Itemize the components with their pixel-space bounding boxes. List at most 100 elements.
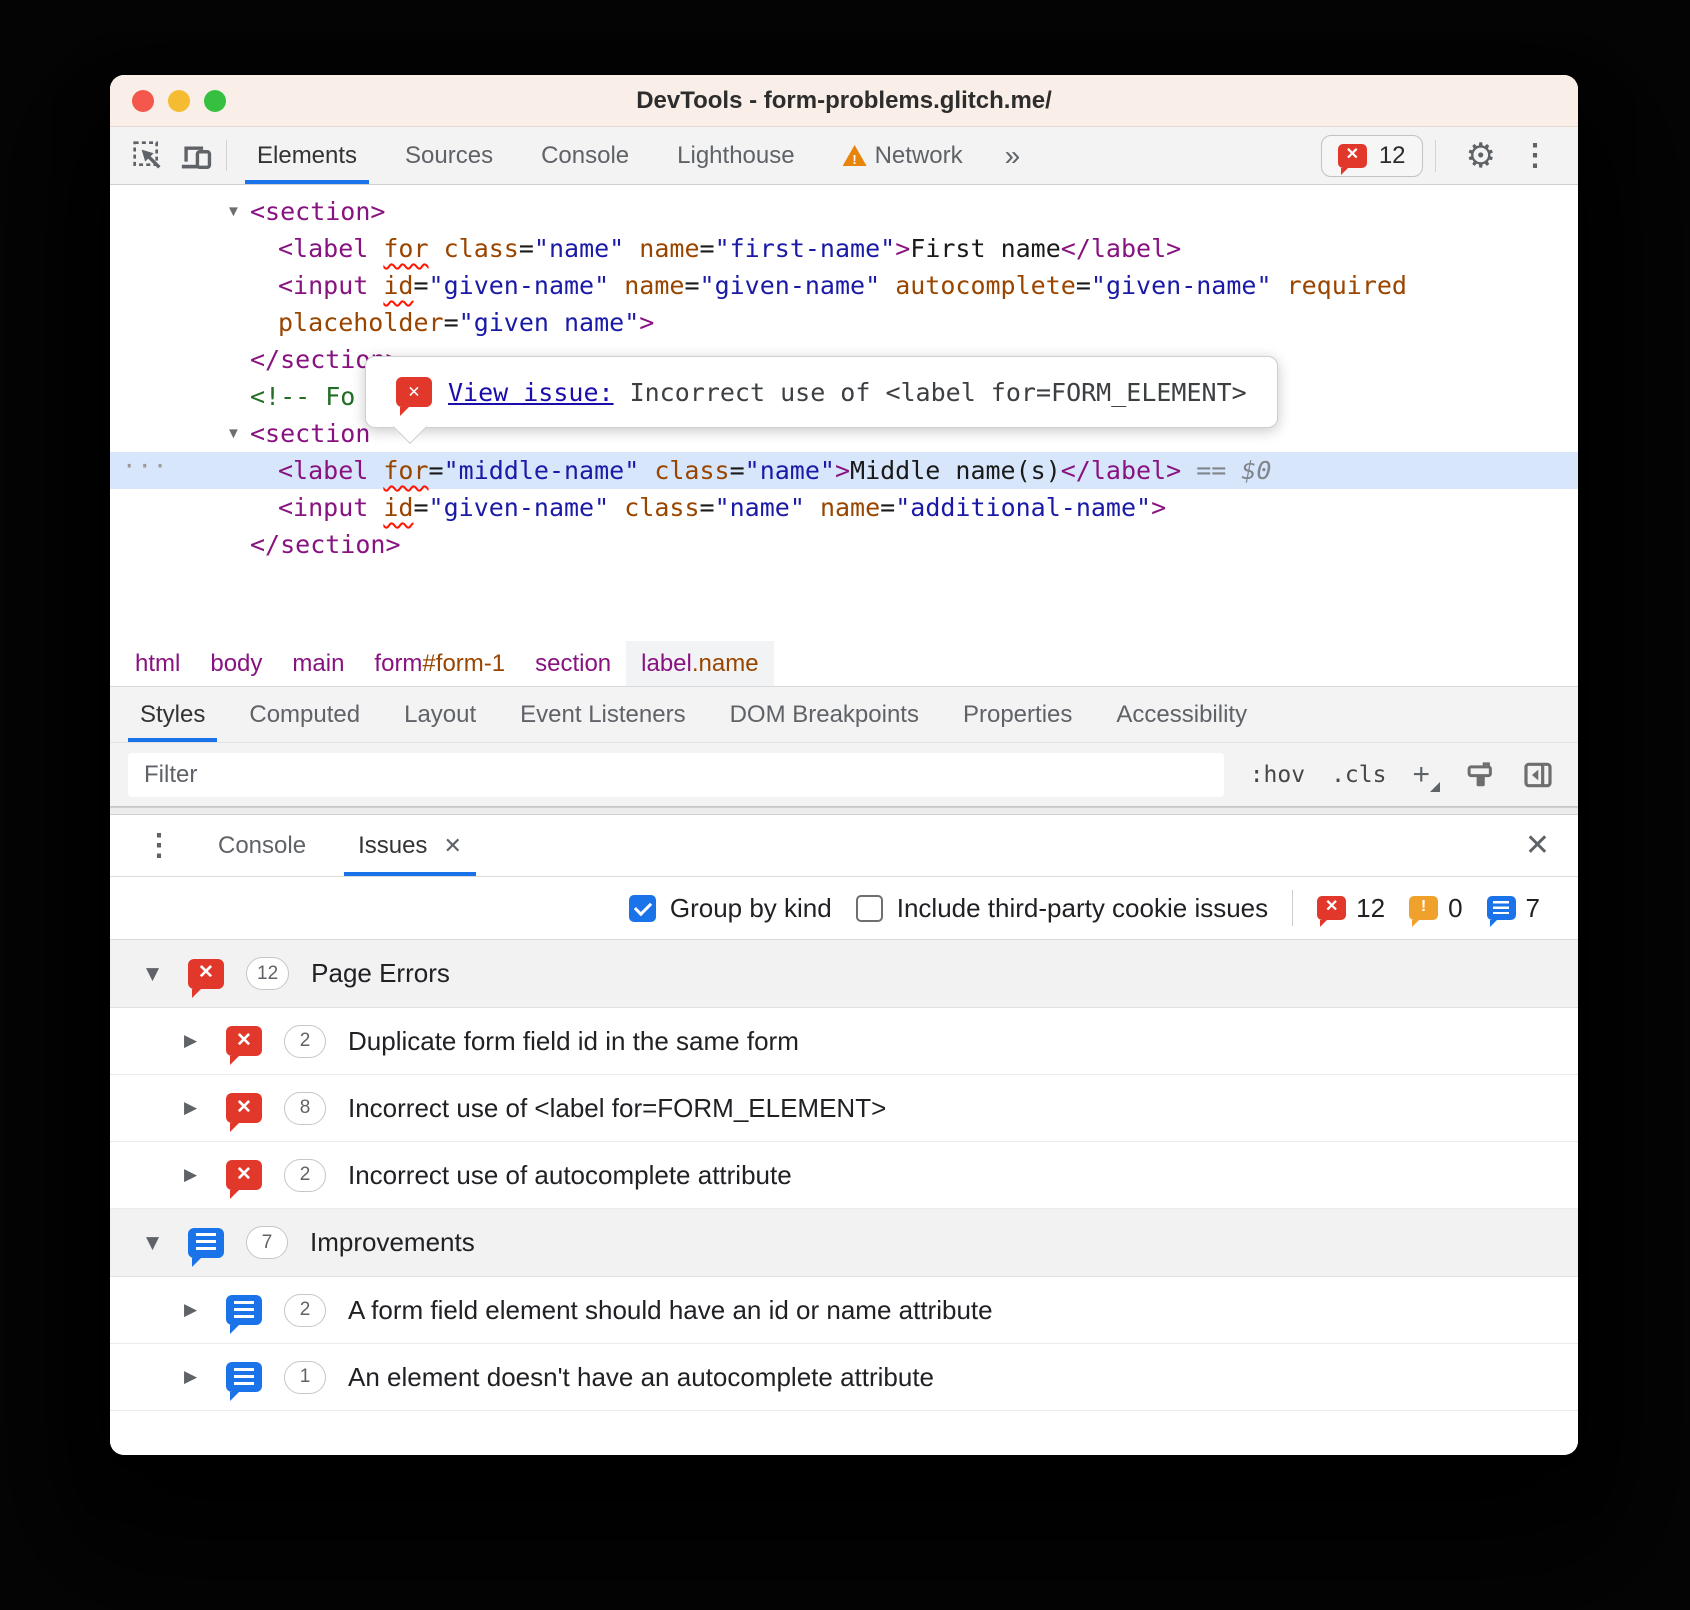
drawer-tabs: Console Issues ✕ [192, 815, 488, 876]
expand-arrow-icon[interactable]: ▶ [184, 1031, 204, 1051]
code-line[interactable]: ···<label for="middle-name" class="name"… [110, 452, 1578, 489]
issue-section-page-errors[interactable]: ▼✕12Page Errors [110, 940, 1578, 1008]
expand-arrow-icon[interactable]: ▶ [184, 1098, 204, 1118]
breadcrumb-item-section[interactable]: section [520, 641, 626, 686]
error-count-badge: ✕ 12 [1317, 893, 1385, 924]
gutter-overflow-icon[interactable]: ··· [122, 448, 168, 485]
inspect-element-button[interactable] [124, 127, 172, 184]
more-options-kebab-icon[interactable]: ⋮ [1514, 138, 1560, 173]
close-window-button[interactable] [132, 90, 154, 112]
expand-arrow-icon[interactable]: ▼ [226, 193, 241, 230]
tab-computed[interactable]: Computed [227, 687, 382, 742]
breadcrumb-item-formform-1[interactable]: form#form-1 [359, 641, 520, 686]
tab-console[interactable]: Console [517, 127, 653, 184]
breadcrumb-item-labelname[interactable]: label.name [626, 641, 773, 686]
code-token: = [519, 234, 534, 263]
code-token: First name [910, 234, 1061, 263]
code-line[interactable]: </section> [110, 526, 1578, 563]
view-issue-link[interactable]: View issue: [448, 378, 614, 407]
code-token: "additional-name" [895, 493, 1151, 522]
code-line[interactable]: <input id="given-name" class="name" name… [110, 489, 1578, 526]
crumb-text: section [535, 650, 611, 678]
code-token: for [383, 234, 428, 263]
checkbox-unchecked-icon [856, 895, 883, 922]
code-token: = [413, 271, 428, 300]
toggle-hover-state-button[interactable]: :hov [1250, 762, 1305, 788]
drawer-tab-issues[interactable]: Issues ✕ [332, 815, 488, 876]
brush-icon[interactable] [1466, 760, 1496, 790]
toggle-sidebar-icon[interactable] [1522, 759, 1554, 791]
issue-row-an-element-doesn-t-have-an-autocomplete-[interactable]: ▶1An element doesn't have an autocomplet… [110, 1344, 1578, 1411]
code-token: > [895, 234, 910, 263]
drawer-tab-bar: ⋮ Console Issues ✕ ✕ [110, 815, 1578, 877]
code-token: id [383, 271, 413, 300]
issue-row-duplicate-form-field-id-in-the-same-form[interactable]: ▶✕2Duplicate form field id in the same f… [110, 1008, 1578, 1075]
tab-accessibility[interactable]: Accessibility [1094, 687, 1269, 742]
issue-tooltip: ✕ View issue: Incorrect use of <label fo… [365, 356, 1278, 428]
checkbox-checked-icon [629, 895, 656, 922]
code-token: = [444, 308, 459, 337]
code-token: "given-name" [429, 271, 610, 300]
drawer-splitter[interactable] [110, 807, 1578, 815]
group-by-kind-checkbox[interactable]: Group by kind [629, 893, 832, 924]
close-drawer-icon[interactable]: ✕ [1497, 815, 1578, 876]
issue-row-a-form-field-element-should-have-an-id-o[interactable]: ▶2A form field element should have an id… [110, 1277, 1578, 1344]
code-token: = [700, 493, 715, 522]
tab-label: Console [541, 142, 629, 170]
collapse-arrow-icon[interactable]: ▼ [146, 1233, 166, 1253]
window-title: DevTools - form-problems.glitch.me/ [110, 87, 1578, 115]
issues-toolbar: Group by kind Include third-party cookie… [110, 877, 1578, 940]
breadcrumb-item-html[interactable]: html [120, 641, 195, 686]
expand-arrow-icon[interactable]: ▶ [184, 1300, 204, 1320]
breadcrumb-item-main[interactable]: main [277, 641, 359, 686]
tab-lighthouse[interactable]: Lighthouse [653, 127, 818, 184]
tab-elements[interactable]: Elements [233, 127, 381, 184]
settings-gear-icon[interactable]: ⚙ [1448, 139, 1514, 173]
element-classes-button[interactable]: .cls [1331, 762, 1386, 788]
third-party-label: Include third-party cookie issues [897, 893, 1268, 924]
third-party-cookie-checkbox[interactable]: Include third-party cookie issues [856, 893, 1268, 924]
expand-arrow-icon[interactable]: ▼ [226, 415, 241, 452]
code-token: </section> [250, 530, 401, 559]
tab-layout[interactable]: Layout [382, 687, 498, 742]
collapse-arrow-icon[interactable]: ▼ [146, 964, 166, 984]
tab-properties[interactable]: Properties [941, 687, 1094, 742]
crumb-text: label [641, 650, 692, 678]
code-token [805, 493, 820, 522]
tab-dom-breakpoints[interactable]: DOM Breakpoints [708, 687, 941, 742]
new-style-rule-button[interactable]: + [1412, 760, 1440, 790]
issue-row-incorrect-use-of-autocomplete-attribute[interactable]: ▶✕2Incorrect use of autocomplete attribu… [110, 1142, 1578, 1209]
code-line[interactable]: <label for class="name" name="first-name… [110, 230, 1578, 267]
code-token: <input [278, 493, 368, 522]
tab-label: Issues [358, 832, 427, 860]
breadcrumb-item-body[interactable]: body [195, 641, 277, 686]
crumb-text: #form-1 [422, 650, 505, 678]
tab-event-listeners[interactable]: Event Listeners [498, 687, 707, 742]
drawer-tab-console[interactable]: Console [192, 815, 332, 876]
close-tab-icon[interactable]: ✕ [443, 833, 461, 859]
zoom-window-button[interactable] [204, 90, 226, 112]
sidebar-tabs: StylesComputedLayoutEvent ListenersDOM B… [110, 687, 1578, 743]
toggle-device-toolbar-button[interactable] [172, 127, 220, 184]
tab-sources[interactable]: Sources [381, 127, 517, 184]
issue-section-improvements[interactable]: ▼7Improvements [110, 1209, 1578, 1277]
minimize-window-button[interactable] [168, 90, 190, 112]
styles-filter-input[interactable] [128, 753, 1224, 797]
styles-filter-bar: :hov .cls + [110, 743, 1578, 807]
title-bar: DevTools - form-problems.glitch.me/ [110, 75, 1578, 127]
open-issues-button[interactable]: ✕ 12 [1321, 135, 1423, 177]
tab-styles[interactable]: Styles [118, 687, 227, 742]
code-line[interactable]: placeholder="given name"> [110, 304, 1578, 341]
device-toolbar-icon [179, 139, 213, 173]
code-token [429, 234, 444, 263]
code-line[interactable]: ▼<section> [110, 193, 1578, 230]
expand-arrow-icon[interactable]: ▶ [184, 1367, 204, 1387]
issue-row-incorrect-use-of-label-for-form-element-[interactable]: ▶✕8Incorrect use of <label for=FORM_ELEM… [110, 1075, 1578, 1142]
code-line[interactable]: <input id="given-name" name="given-name"… [110, 267, 1578, 304]
issue-count-pill: 2 [284, 1294, 326, 1327]
issue-label: Duplicate form field id in the same form [348, 1026, 799, 1057]
expand-arrow-icon[interactable]: ▶ [184, 1165, 204, 1185]
tab-network[interactable]: !Network [819, 127, 987, 184]
drawer-menu-kebab-icon[interactable]: ⋮ [126, 815, 192, 876]
more-tabs-button[interactable]: » [987, 127, 1039, 184]
